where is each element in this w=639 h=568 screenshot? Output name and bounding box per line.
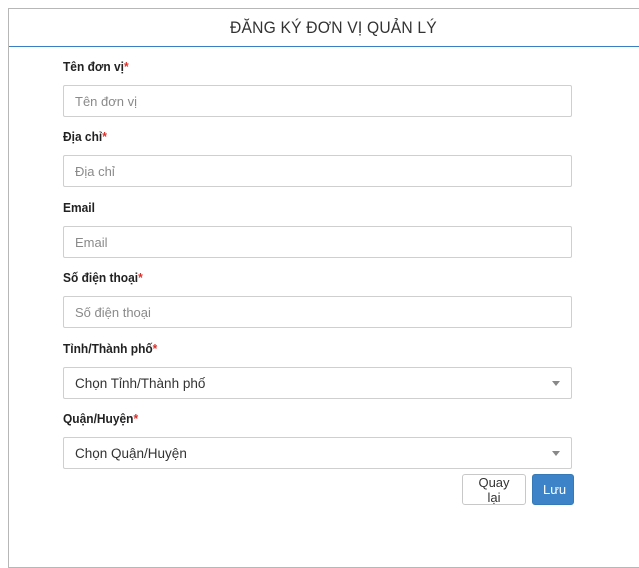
required-mark: * (138, 270, 143, 285)
field-label: Số điện thoại* (63, 270, 143, 285)
field-district: Quận/Huyện* Chọn Quận/Huyện (63, 410, 572, 469)
panel-header: ĐĂNG KÝ ĐƠN VỊ QUẢN LÝ (9, 9, 639, 47)
field-label: Quận/Huyện* (63, 411, 139, 426)
field-label: Tỉnh/Thành phố* (63, 341, 158, 356)
page-title: ĐĂNG KÝ ĐƠN VỊ QUẢN LÝ (229, 17, 437, 37)
required-mark: * (102, 129, 107, 144)
select-value: Chọn Tỉnh/Thành phố (75, 375, 206, 391)
back-button[interactable]: Quay lại (462, 474, 526, 505)
phone-input[interactable] (63, 296, 572, 328)
field-province: Tỉnh/Thành phố* Chọn Tỉnh/Thành phố (63, 340, 572, 399)
address-input[interactable] (63, 155, 572, 187)
chevron-down-icon (552, 450, 560, 456)
save-button[interactable]: Lưu (532, 474, 574, 505)
form-actions: Quay lại Lưu (462, 474, 574, 505)
province-select[interactable]: Chọn Tỉnh/Thành phố (63, 367, 572, 399)
field-label: Email (63, 200, 95, 215)
field-address: Địa chỉ* (63, 128, 572, 187)
email-input[interactable] (63, 226, 572, 258)
chevron-down-icon (552, 380, 560, 386)
district-select[interactable]: Chọn Quận/Huyện (63, 437, 572, 469)
select-value: Chọn Quận/Huyện (75, 445, 187, 461)
required-mark: * (152, 341, 158, 356)
field-phone: Số điện thoại* (63, 269, 572, 328)
unit-name-input[interactable] (63, 85, 572, 117)
field-email: Email (63, 199, 572, 258)
field-unit-name: Tên đơn vị* (63, 58, 572, 117)
required-mark: * (133, 411, 139, 426)
required-mark: * (124, 59, 129, 74)
field-label: Tên đơn vị* (63, 59, 129, 74)
field-label: Địa chỉ* (63, 129, 107, 144)
